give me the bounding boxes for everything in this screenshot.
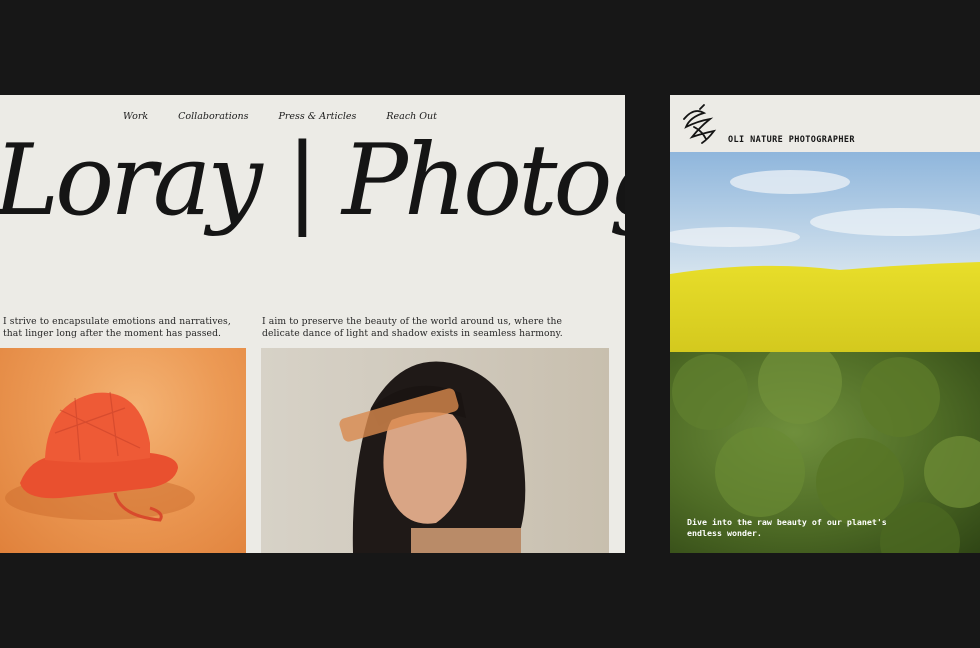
intro-text-left: I strive to encapsulate emotions and nar… [3,316,231,339]
field-landscape-illustration [670,152,980,352]
main-nav: Work Collaborations Press & Articles Rea… [123,111,437,122]
portrait-photo [261,348,609,553]
hero-title: Loray | Photogra [0,124,625,238]
brand-name: OLI NATURE PHOTOGRAPHER [728,135,855,145]
nav-collaborations[interactable]: Collaborations [178,111,248,122]
intro-text-right: I aim to preserve the beauty of the worl… [262,316,563,339]
nav-work[interactable]: Work [123,111,148,122]
signature-logo-icon[interactable] [680,103,720,145]
tagline-text: Dive into the raw beauty of our planet's… [687,517,887,538]
bucket-hat-illustration [5,391,195,522]
portrait-illustration [339,361,526,553]
yellow-field-photo [670,152,980,352]
oli-site-mockup: OLI NATURE PHOTOGRAPHER Dive into the ra… [670,95,980,553]
nav-press-articles[interactable]: Press & Articles [278,111,356,122]
nav-reach-out[interactable]: Reach Out [386,111,437,122]
loray-site-mockup: Work Collaborations Press & Articles Rea… [0,95,625,553]
bucket-hat-photo [0,348,246,553]
